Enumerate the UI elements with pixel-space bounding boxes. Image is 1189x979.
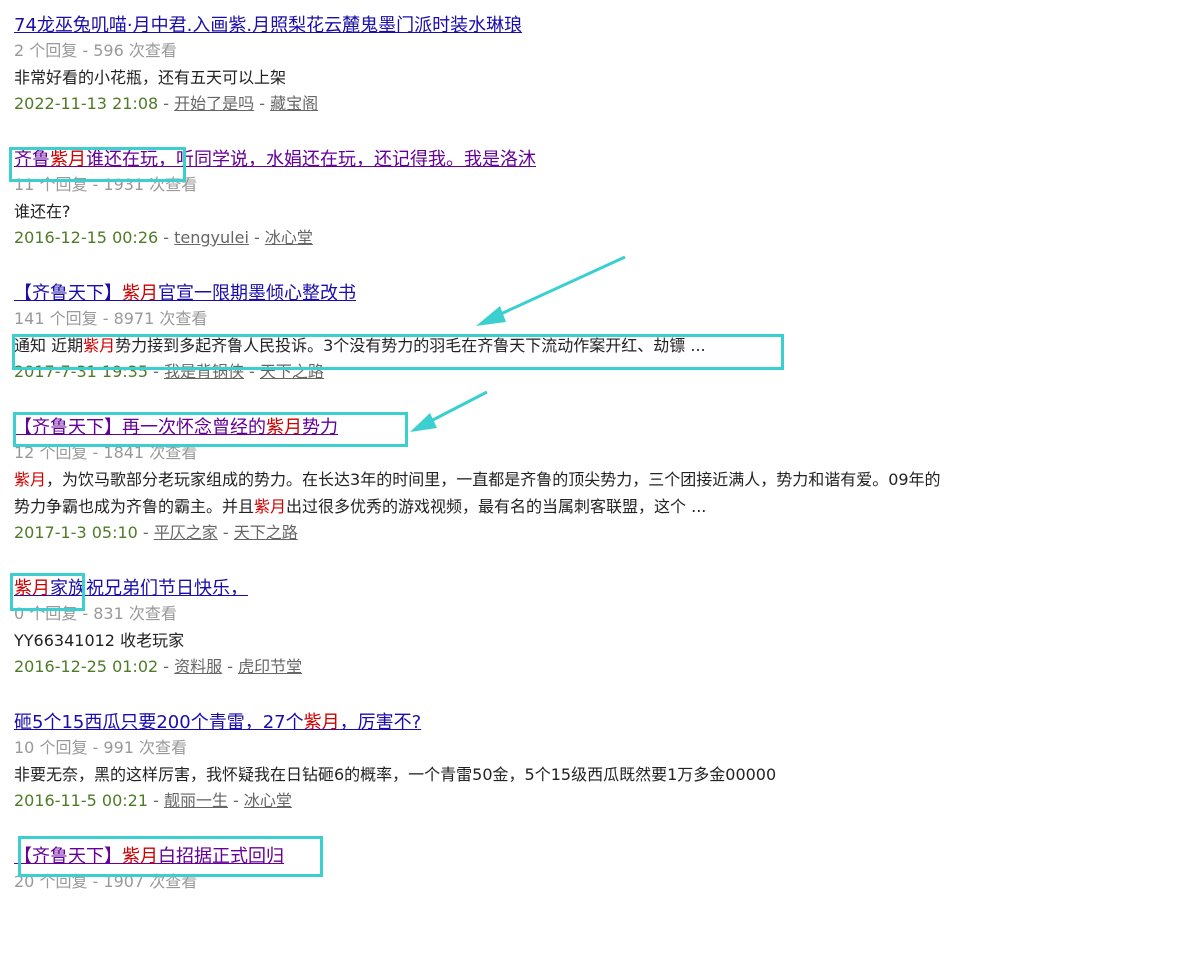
result-stats: 141 个回复 - 8971 次查看	[14, 309, 208, 328]
result-title-link[interactable]: 【齐鲁天下】紫月白招据正式回归	[14, 845, 1174, 869]
title-text: 势力	[302, 417, 338, 438]
separator: -	[158, 228, 175, 247]
keyword-highlight: 紫月	[122, 846, 158, 867]
search-result: 砸5个15西瓜只要200个青雷，27个紫月，厉害不? 10 个回复 - 991 …	[14, 711, 1174, 845]
search-result: 【齐鲁天下】紫月官宣一限期墨倾心整改书 141 个回复 - 8971 次查看 通…	[14, 282, 1174, 416]
title-text: 【齐鲁天下】	[14, 846, 122, 867]
result-forum-link[interactable]: 天下之路	[260, 362, 324, 381]
result-info: 2016-12-25 01:02 - 资料服 - 虎印节堂	[14, 654, 1174, 680]
result-title-link[interactable]: 【齐鲁天下】再一次怀念曾经的紫月势力	[14, 416, 1174, 440]
separator: -	[217, 523, 234, 542]
result-author-link[interactable]: tengyulei	[174, 228, 249, 247]
result-info: 2017-7-31 19:35 - 我是背锅侠 - 天下之路	[14, 359, 1174, 385]
result-info: 2016-12-15 00:26 - tengyulei - 冰心堂	[14, 225, 1174, 251]
result-title-link[interactable]: 紫月家族祝兄弟们节日快乐，	[14, 577, 1174, 601]
title-text: 家族祝兄弟们节日快乐，	[50, 578, 248, 599]
keyword-highlight: 紫月	[254, 497, 287, 516]
result-stats: 0 个回复 - 831 次查看	[14, 604, 177, 623]
result-stats: 12 个回复 - 1841 次查看	[14, 443, 198, 462]
snippet-text: 势力接到多起齐鲁人民投诉。3个没有势力的羽毛在齐鲁天下流动作案开红、劫镖 ...	[115, 336, 706, 355]
title-text: 【齐鲁天下】再一次怀念曾经的	[14, 417, 266, 438]
result-author-link[interactable]: 资料服	[174, 657, 222, 676]
result-snippet: YY66341012 收老玩家	[14, 631, 185, 650]
result-date: 2017-7-31 19:35	[14, 362, 148, 381]
separator: -	[148, 791, 164, 810]
result-snippet: 非常好看的小花瓶，还有五天可以上架	[14, 68, 287, 87]
separator: -	[254, 94, 271, 113]
result-date: 2017-1-3 05:10	[14, 523, 138, 542]
result-info: 2016-11-5 00:21 - 靓丽一生 - 冰心堂	[14, 788, 1174, 814]
result-snippet: 紫月，为饮马歌部分老玩家组成的势力。在长达3年的时间里，一直都是齐鲁的顶尖势力，…	[14, 466, 954, 520]
result-snippet: 通知 近期紫月势力接到多起齐鲁人民投诉。3个没有势力的羽毛在齐鲁天下流动作案开红…	[14, 332, 954, 359]
result-forum-link[interactable]: 虎印节堂	[238, 657, 302, 676]
result-date: 2016-12-15 00:26	[14, 228, 159, 247]
separator: -	[158, 94, 175, 113]
separator: -	[158, 657, 175, 676]
result-snippet: 非要无奈，黑的这样厉害，我怀疑我在日钻砸6的概率，一个青雷50金，5个15级西瓜…	[14, 765, 777, 784]
title-text: 白招据正式回归	[158, 846, 284, 867]
separator: -	[227, 791, 244, 810]
search-result: 紫月家族祝兄弟们节日快乐， 0 个回复 - 831 次查看 YY66341012…	[14, 577, 1174, 711]
result-stats: 10 个回复 - 991 次查看	[14, 738, 188, 757]
keyword-highlight: 紫月	[14, 470, 47, 489]
title-text: ，厉害不?	[339, 712, 422, 733]
result-author-link[interactable]: 我是背锅侠	[164, 362, 244, 381]
title-text: 【齐鲁天下】	[14, 283, 122, 304]
separator: -	[222, 657, 239, 676]
result-title-link[interactable]: 砸5个15西瓜只要200个青雷，27个紫月，厉害不?	[14, 711, 1174, 735]
title-text: 齐鲁	[14, 149, 50, 170]
separator: -	[243, 362, 260, 381]
result-author-link[interactable]: 开始了是吗	[174, 94, 254, 113]
result-forum-link[interactable]: 天下之路	[234, 523, 298, 542]
result-forum-link[interactable]: 藏宝阁	[270, 94, 318, 113]
separator: -	[148, 362, 164, 381]
result-date: 2016-12-25 01:02	[14, 657, 159, 676]
result-stats: 11 个回复 - 1931 次查看	[14, 175, 198, 194]
result-author-link[interactable]: 平仄之家	[154, 523, 218, 542]
keyword-highlight: 紫月	[50, 149, 86, 170]
title-text: 官宣一限期墨倾心整改书	[158, 283, 356, 304]
result-title-link[interactable]: 【齐鲁天下】紫月官宣一限期墨倾心整改书	[14, 282, 1174, 306]
keyword-highlight: 紫月	[122, 283, 158, 304]
result-info: 2022-11-13 21:08 - 开始了是吗 - 藏宝阁	[14, 91, 1174, 117]
search-result: 【齐鲁天下】紫月白招据正式回归 20 个回复 - 1907 次查看	[14, 845, 1174, 979]
search-results: 74龙巫兔叽喵·月中君.入画紫.月照梨花云麓鬼墨门派时装水琳琅 2 个回复 - …	[14, 14, 1174, 979]
search-result: 【齐鲁天下】再一次怀念曾经的紫月势力 12 个回复 - 1841 次查看 紫月，…	[14, 416, 1174, 577]
search-result: 齐鲁紫月谁还在玩，听同学说，水娟还在玩，还记得我。我是洛沐 11 个回复 - 1…	[14, 148, 1174, 282]
result-forum-link[interactable]: 冰心堂	[265, 228, 313, 247]
result-author-link[interactable]: 靓丽一生	[164, 791, 228, 810]
result-title-link[interactable]: 74龙巫兔叽喵·月中君.入画紫.月照梨花云麓鬼墨门派时装水琳琅	[14, 14, 1174, 38]
keyword-highlight: 紫月	[14, 578, 50, 599]
keyword-highlight: 紫月	[266, 417, 302, 438]
result-date: 2016-11-5 00:21	[14, 791, 148, 810]
snippet-text: 通知 近期	[14, 336, 84, 355]
title-text: 砸5个15西瓜只要200个青雷，27个	[14, 712, 304, 733]
result-snippet: 谁还在?	[14, 202, 71, 221]
separator: -	[248, 228, 265, 247]
search-result: 74龙巫兔叽喵·月中君.入画紫.月照梨花云麓鬼墨门派时装水琳琅 2 个回复 - …	[14, 14, 1174, 148]
snippet-text: 出过很多优秀的游戏视频，最有名的当属刺客联盟，这个 ...	[286, 497, 707, 516]
result-info: 2017-1-3 05:10 - 平仄之家 - 天下之路	[14, 520, 1174, 546]
separator: -	[137, 523, 154, 542]
result-stats: 2 个回复 - 596 次查看	[14, 41, 177, 60]
result-forum-link[interactable]: 冰心堂	[244, 791, 292, 810]
title-text: 谁还在玩，听同学说，水娟还在玩，还记得我。我是洛沐	[86, 149, 536, 170]
keyword-highlight: 紫月	[83, 336, 116, 355]
result-title-link[interactable]: 齐鲁紫月谁还在玩，听同学说，水娟还在玩，还记得我。我是洛沐	[14, 148, 1174, 172]
result-stats: 20 个回复 - 1907 次查看	[14, 872, 198, 891]
keyword-highlight: 紫月	[303, 712, 340, 733]
result-date: 2022-11-13 21:08	[14, 94, 159, 113]
